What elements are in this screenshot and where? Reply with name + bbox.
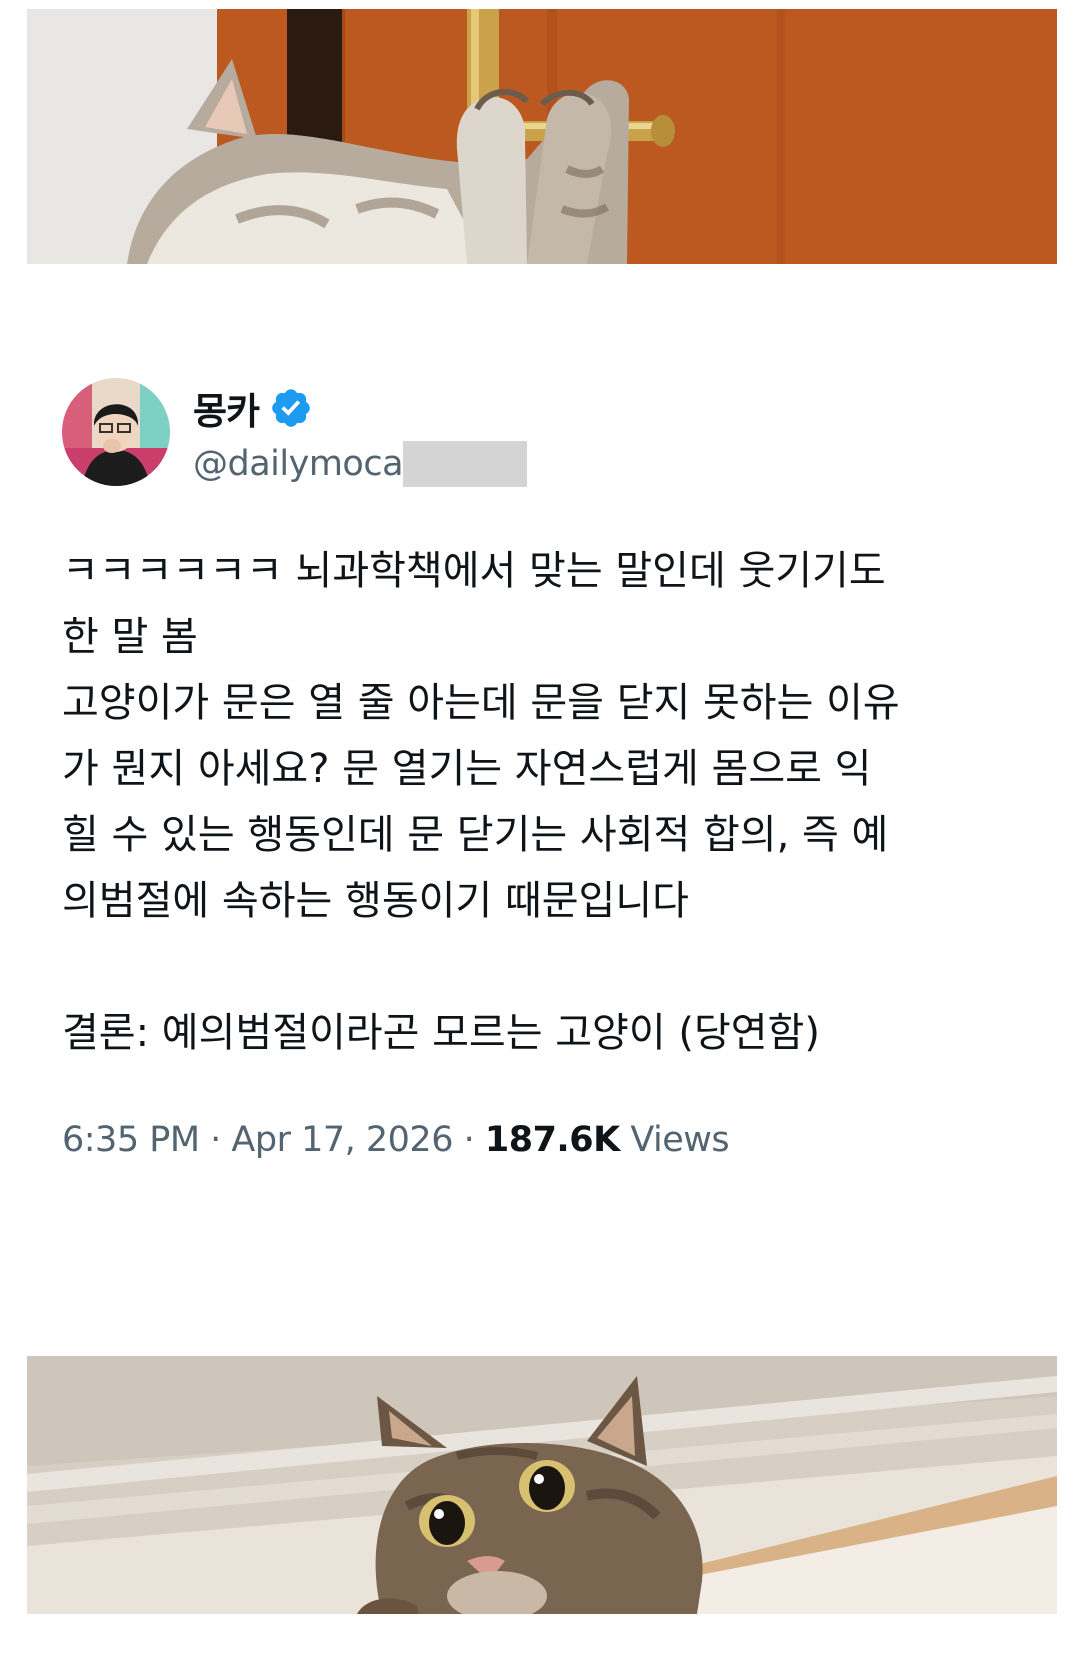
tweet-line: 가 뭔지 아세요? 문 열기는 자연스럽게 몸으로 익 [62, 746, 872, 792]
meta-separator: · [199, 1120, 232, 1160]
cat-peeking-over-door-photo [27, 1356, 1057, 1614]
display-name[interactable]: 몽카 [193, 381, 260, 435]
meta-separator: · [452, 1120, 485, 1160]
views-count[interactable]: 187.6K [485, 1120, 620, 1160]
cat-opening-door-photo [27, 9, 1057, 264]
verified-badge-icon [272, 389, 310, 427]
tweet-text: ㅋㅋㅋㅋㅋㅋ 뇌과학책에서 맞는 말인데 웃기기도 한 말 봄 고양이가 문은 … [62, 538, 1022, 1066]
tweet-line: ㅋㅋㅋㅋㅋㅋ 뇌과학책에서 맞는 말인데 웃기기도 [62, 548, 886, 594]
redaction-box [403, 441, 528, 487]
author-handle-row[interactable]: @dailymoca [193, 438, 528, 490]
tweet-line: 고양이가 문은 열 줄 아는데 문을 닫지 못하는 이유 [62, 680, 900, 726]
views-label[interactable]: Views [620, 1120, 729, 1160]
author-name-row[interactable]: 몽카 [193, 383, 313, 433]
tweet-line: 힐 수 있는 행동인데 문 닫기는 사회적 합의, 즉 예 [62, 812, 889, 858]
profile-photo[interactable] [62, 378, 170, 486]
tweet-time[interactable]: 6:35 PM [62, 1120, 200, 1160]
tweet-meta: 6:35 PM · Apr 17, 2026 · 187.6K Views [62, 1120, 730, 1160]
author-handle[interactable]: @dailymoca [193, 444, 404, 484]
tweet-conclusion: 결론: 예의범절이라곤 모르는 고양이 (당연함) [62, 1010, 820, 1056]
tweet-line: 의범절에 속하는 행동이기 때문입니다 [62, 878, 689, 924]
tweet-line: 한 말 봄 [62, 614, 198, 660]
tweet-date[interactable]: Apr 17, 2026 [231, 1120, 453, 1160]
